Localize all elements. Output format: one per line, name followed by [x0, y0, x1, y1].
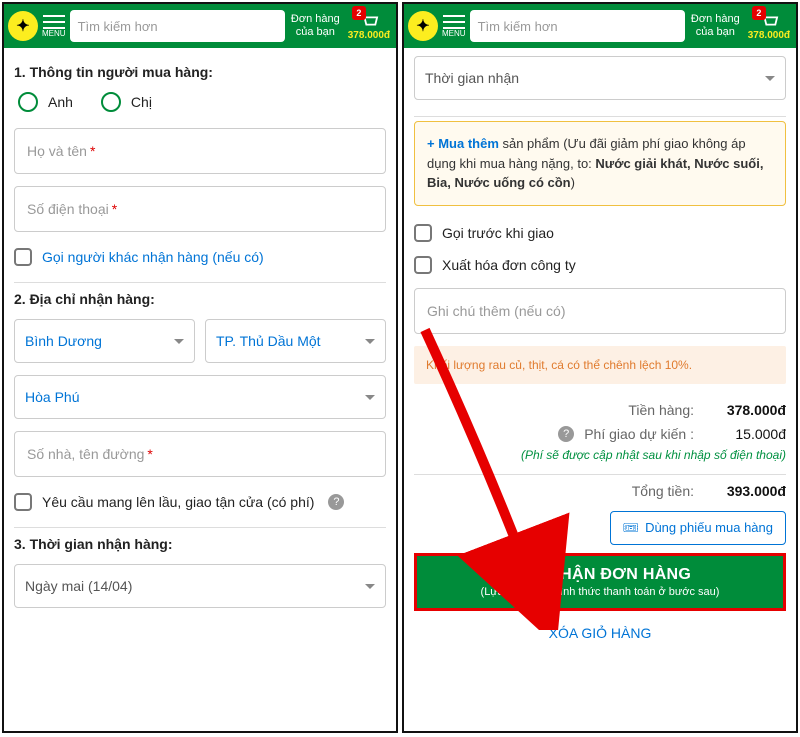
radio-chi[interactable]: Chị — [101, 92, 152, 112]
province-select[interactable]: Bình Dương — [14, 319, 195, 363]
note-input[interactable]: Ghi chú thêm (nếu có) — [414, 288, 786, 334]
upstairs-checkbox[interactable]: Yêu cầu mang lên lầu, giao tận cửa (có p… — [14, 489, 386, 523]
menu-label: MENU — [442, 29, 466, 38]
caret-down-icon — [365, 339, 375, 344]
cart-badge: 2 — [352, 6, 366, 20]
call-before-checkbox[interactable]: Gọi trước khi giao — [414, 220, 786, 252]
voucher-button[interactable]: 🎟Dùng phiếu mua hàng — [610, 511, 786, 545]
city-select[interactable]: TP. Thủ Dầu Một — [205, 319, 386, 363]
app-header: ✦ MENU Tìm kiếm hơn Đơn hàng của bạn 2 3… — [4, 4, 396, 48]
buy-more-link[interactable]: + Mua thêm — [427, 136, 499, 151]
subtotal-row: Tiền hàng:378.000đ — [414, 398, 786, 422]
cart-icon: 2 — [358, 12, 380, 30]
cart-button[interactable]: 2 378.000đ — [746, 12, 792, 41]
info-icon: ? — [328, 494, 344, 510]
confirm-highlight: XÁC NHẬN ĐƠN HÀNG (Lựa chọn các hình thứ… — [414, 553, 786, 611]
ward-select[interactable]: Hòa Phú — [14, 375, 386, 419]
shipping-note: (Phí sẽ được cập nhật sau khi nhập số đi… — [414, 446, 786, 470]
divider — [414, 116, 786, 117]
your-orders-link[interactable]: Đơn hàng của bạn — [289, 13, 342, 39]
caret-down-icon — [765, 76, 775, 81]
phone-left: ✦ MENU Tìm kiếm hơn Đơn hàng của bạn 2 3… — [2, 2, 398, 733]
radio-icon — [101, 92, 121, 112]
divider — [14, 527, 386, 528]
divider — [414, 474, 786, 475]
confirm-order-button[interactable]: XÁC NHẬN ĐƠN HÀNG (Lựa chọn các hình thứ… — [417, 556, 783, 608]
weight-notice: Khối lượng rau củ, thịt, cá có thể chênh… — [414, 346, 786, 384]
street-input[interactable]: Số nhà, tên đường* — [14, 431, 386, 477]
company-invoice-checkbox[interactable]: Xuất hóa đơn công ty — [414, 252, 786, 288]
checkbox-icon — [14, 248, 32, 266]
search-input[interactable]: Tìm kiếm hơn — [70, 10, 285, 42]
caret-down-icon — [365, 584, 375, 589]
promo-box: + Mua thêm sản phẩm (Ưu đãi giảm phí gia… — [414, 121, 786, 206]
menu-button[interactable]: MENU — [42, 15, 66, 38]
your-orders-link[interactable]: Đơn hàng của bạn — [689, 13, 742, 39]
hamburger-icon — [43, 15, 65, 29]
ticket-icon: 🎟 — [623, 520, 640, 536]
right-content: Thời gian nhận + Mua thêm sản phẩm (Ưu đ… — [404, 48, 796, 731]
section-address-title: 2. Địa chỉ nhận hàng: — [14, 291, 386, 307]
date-select[interactable]: Ngày mai (14/04) — [14, 564, 386, 608]
radio-anh[interactable]: Anh — [18, 92, 73, 112]
cart-total: 378.000đ — [748, 30, 790, 41]
checkbox-icon — [414, 224, 432, 242]
search-input[interactable]: Tìm kiếm hơn — [470, 10, 685, 42]
app-logo[interactable]: ✦ — [408, 11, 438, 41]
cart-total: 378.000đ — [348, 30, 390, 41]
caret-down-icon — [365, 395, 375, 400]
cart-icon: 2 — [758, 12, 780, 30]
province-city-row: Bình Dương TP. Thủ Dầu Một — [14, 319, 386, 363]
divider — [14, 282, 386, 283]
phone-input[interactable]: Số điện thoại* — [14, 186, 386, 232]
menu-button[interactable]: MENU — [442, 15, 466, 38]
cart-button[interactable]: 2 378.000đ — [346, 12, 392, 41]
checkbox-icon — [414, 256, 432, 274]
gender-radios: Anh Chị — [14, 92, 386, 112]
shipping-row: ?Phí giao dự kiến :15.000đ — [414, 422, 786, 446]
radio-icon — [18, 92, 38, 112]
caret-down-icon — [174, 339, 184, 344]
menu-label: MENU — [42, 29, 66, 38]
other-receiver-checkbox[interactable]: Gọi người khác nhận hàng (nếu có) — [14, 244, 386, 278]
grandtotal-row: Tổng tiền:393.000đ — [414, 479, 786, 503]
time-select[interactable]: Thời gian nhận — [414, 56, 786, 100]
clear-cart-link[interactable]: XÓA GIỎ HÀNG — [414, 611, 786, 655]
app-logo[interactable]: ✦ — [8, 11, 38, 41]
phone-right: ✦ MENU Tìm kiếm hơn Đơn hàng của bạn 2 3… — [402, 2, 798, 733]
app-header: ✦ MENU Tìm kiếm hơn Đơn hàng của bạn 2 3… — [404, 4, 796, 48]
info-icon: ? — [558, 426, 574, 442]
left-content: 1. Thông tin người mua hàng: Anh Chị Họ … — [4, 48, 396, 731]
hamburger-icon — [443, 15, 465, 29]
checkbox-icon — [14, 493, 32, 511]
cart-badge: 2 — [752, 6, 766, 20]
section-time-title: 3. Thời gian nhận hàng: — [14, 536, 386, 552]
fullname-input[interactable]: Họ và tên* — [14, 128, 386, 174]
section-buyer-title: 1. Thông tin người mua hàng: — [14, 64, 386, 80]
